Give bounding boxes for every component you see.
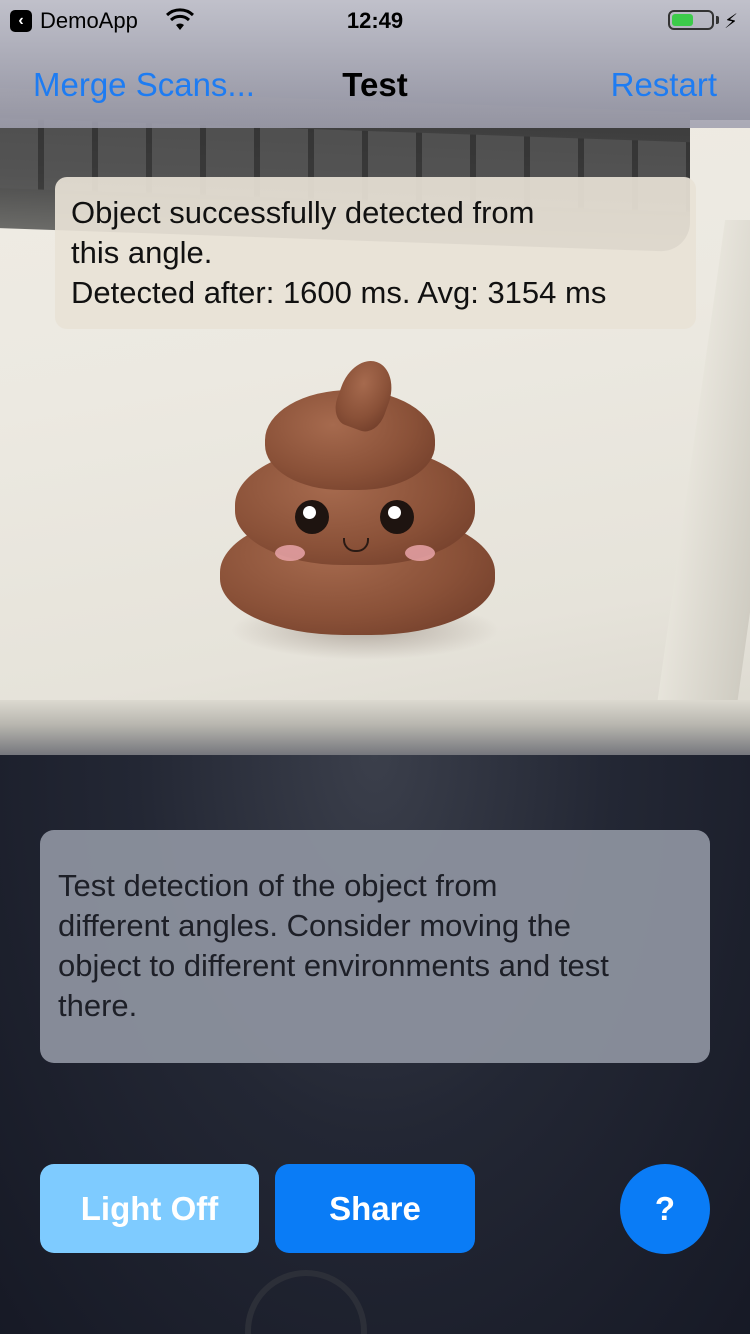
scanned-object xyxy=(220,353,500,660)
help-button[interactable]: ? xyxy=(620,1164,710,1254)
detection-message-line: this angle. xyxy=(71,235,213,270)
instruction-line: there. xyxy=(58,988,138,1023)
share-button[interactable]: Share xyxy=(275,1164,475,1253)
object-left-blush xyxy=(275,545,305,561)
light-off-button[interactable]: Light Off xyxy=(40,1164,259,1253)
battery-tip xyxy=(716,16,719,24)
battery-icon xyxy=(668,10,714,30)
instruction-line: object to different environments and tes… xyxy=(58,948,609,983)
restart-button[interactable]: Restart xyxy=(611,66,717,104)
instruction-line: different angles. Consider moving the xyxy=(58,908,571,943)
instruction-message: Test detection of the object from differ… xyxy=(40,830,710,1063)
object-right-eye xyxy=(380,500,414,534)
detection-timing: Detected after: 1600 ms. Avg: 3154 ms xyxy=(71,275,607,310)
charging-icon: ⚡ xyxy=(724,11,739,33)
object-right-blush xyxy=(405,545,435,561)
detection-message-line: Object successfully detected from xyxy=(71,195,535,230)
detection-result-message: Object successfully detected from this a… xyxy=(55,177,696,329)
object-left-eye xyxy=(295,500,329,534)
instruction-line: Test detection of the object from xyxy=(58,868,498,903)
battery-level xyxy=(672,14,693,26)
status-time: 12:49 xyxy=(346,8,404,33)
status-bar: ‹ DemoApp 12:49 ⚡ xyxy=(0,0,750,40)
table-edge xyxy=(0,700,750,760)
